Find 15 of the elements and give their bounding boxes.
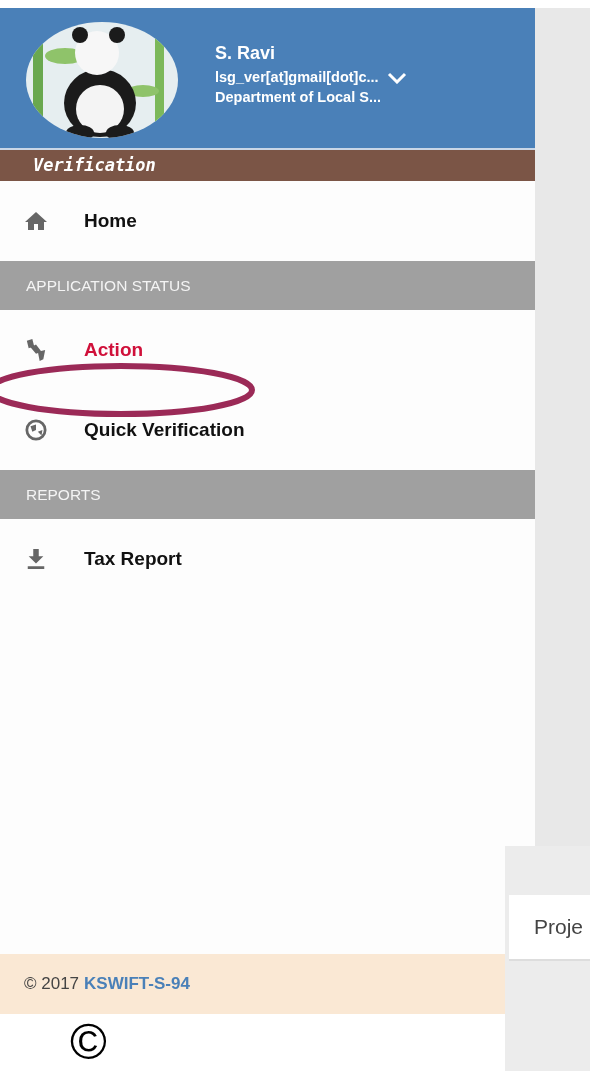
copyright-mark: © xyxy=(70,1016,107,1068)
user-department: Department of Local S... xyxy=(215,88,381,107)
menu-item[interactable]: Quick Verification xyxy=(0,390,535,470)
card-text: Proje xyxy=(533,915,584,939)
role-banner: Verification xyxy=(0,150,535,181)
home-icon xyxy=(24,210,48,232)
menu-item[interactable]: Tax Report xyxy=(0,519,535,599)
section-header: REPORTS xyxy=(0,470,535,519)
user-name: S. Ravi xyxy=(215,43,277,64)
chevron-down-icon[interactable] xyxy=(387,72,407,84)
menu-item[interactable]: Home xyxy=(0,181,535,261)
user-email: lsg_ver[at]gmail[dot]c... xyxy=(215,68,380,87)
section-header: APPLICATION STATUS xyxy=(0,261,535,310)
menu-item[interactable]: Action xyxy=(0,310,535,390)
copyright-text: © 2017 xyxy=(24,974,80,994)
